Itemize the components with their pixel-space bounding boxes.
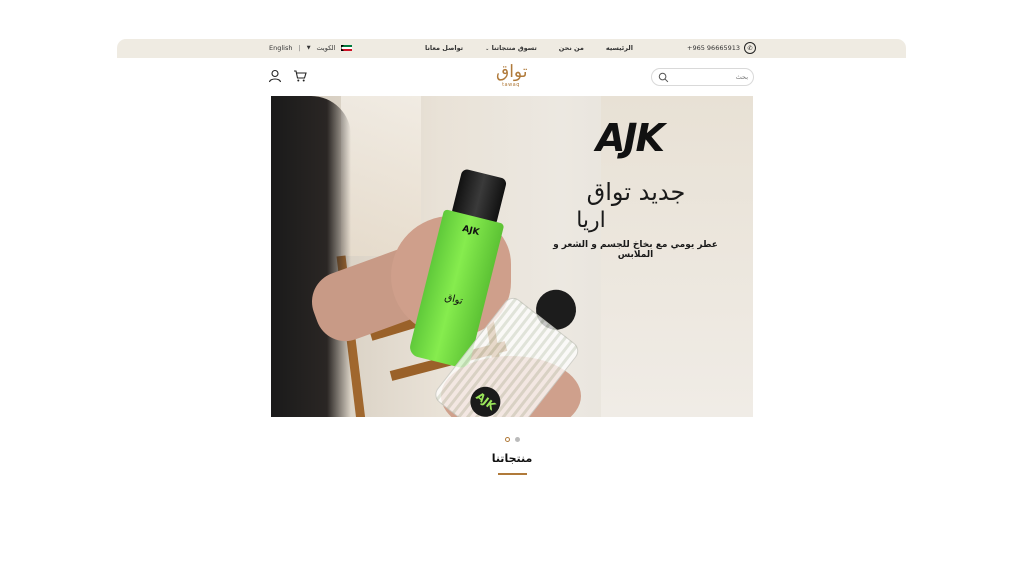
slider-dots [505,437,520,442]
search-input[interactable] [674,71,748,83]
whatsapp-icon[interactable]: ✆ [744,42,757,54]
chevron-down-icon[interactable]: ▼ [307,45,311,51]
brand-logo: AJK [596,116,665,160]
header: تواق tawaq [262,62,762,92]
person-hair [271,96,351,417]
bottle-logo: AJK [461,224,481,239]
section-underline [498,473,527,475]
kuwait-flag-icon[interactable] [341,44,353,52]
locale-switcher: English | ▼ الكويت [269,44,353,52]
slider-dot-2[interactable] [515,437,520,442]
country-label[interactable]: الكويت [317,44,336,52]
nav-shop[interactable]: ⌄ تسوق منتجاتنا [485,44,537,52]
top-bar: English | ▼ الكويت تواصل معانا ⌄ تسوق من… [117,39,906,58]
bottle-brand: تواق [443,291,464,308]
nav-about[interactable]: من نحن [559,44,584,52]
hero-banner[interactable]: AJK تواق AJK AJK جديد تواق اريا عطر يومي… [271,96,753,417]
language-link[interactable]: English [269,44,292,52]
separator: | [298,44,301,52]
section-title: منتجاتنا [491,452,533,465]
phone-number: +965 96665913 [687,44,741,52]
bottle-badge: AJK [464,380,507,417]
nav-contact[interactable]: تواصل معانا [425,44,463,52]
cart-icon[interactable] [293,69,307,83]
search-icon[interactable] [658,72,669,83]
logo-latin: tawaq [502,82,520,88]
slider-dot-1[interactable] [505,437,510,442]
search-box[interactable] [651,68,754,86]
chevron-down-icon: ⌄ [485,46,490,52]
banner-subheadline: اريا [576,208,606,233]
main-nav: تواصل معانا ⌄ تسوق منتجاتنا من نحن الرئي… [425,44,633,52]
logo-arabic: تواق [496,62,528,82]
user-icon[interactable] [268,69,282,83]
logo[interactable]: تواق tawaq [496,62,528,92]
banner-headline: جديد تواق [586,178,686,206]
phone-contact[interactable]: +965 96665913 ✆ [687,42,757,54]
banner-tagline: عطر يومي مع بخاخ للجسم و الشعر و الملابس [553,240,718,260]
nav-shop-label: تسوق منتجاتنا [491,44,537,52]
nav-home[interactable]: الرئيسيه [606,44,633,52]
